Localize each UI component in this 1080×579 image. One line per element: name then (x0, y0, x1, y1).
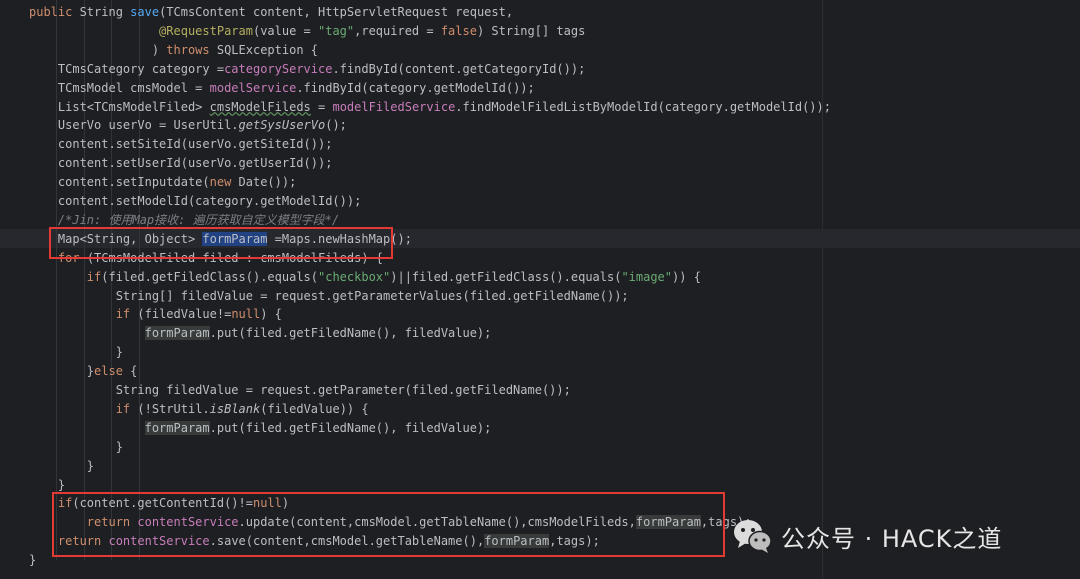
code-token: TCmsModel cmsModel = (29, 80, 210, 95)
code-token: getSysUserVo (238, 118, 326, 133)
code-token: (filedValue!= (137, 307, 232, 322)
code-token: String (79, 5, 131, 19)
code-line[interactable]: } (29, 551, 36, 570)
wechat-icon (734, 520, 772, 553)
code-token: ) String[] tags (476, 23, 586, 38)
code-token: public (29, 5, 80, 19)
code-line[interactable]: if(filed.getFiledClass().equals("checkbo… (29, 268, 701, 287)
code-token: else (94, 364, 131, 379)
code-line[interactable]: formParam.put(filed.getFiledName(), file… (29, 324, 491, 343)
code-token: .put(filed.getFiledName(), filedValue); (209, 326, 492, 341)
code-token: .put(filed.getFiledName(), filedValue); (209, 420, 492, 435)
code-line[interactable]: public String save(TCmsContent content, … (29, 3, 513, 22)
code-token: ,required = (354, 23, 441, 38)
code-token: if (115, 401, 138, 416)
code-line[interactable]: } (29, 343, 123, 362)
code-token: String filedValue = request.getParameter… (29, 383, 571, 397)
code-token: content.setModelId(category.getModelId()… (29, 194, 362, 208)
code-token: ) (29, 42, 167, 57)
code-token: = (310, 99, 333, 114)
highlight-box-formparam-declaration (49, 227, 393, 259)
code-token: (TCmsContent content, HttpServletRequest… (159, 5, 514, 19)
code-token: /*Jin: 使用Map接收: 遍历获取自定义模型字段*/ (29, 212, 340, 227)
code-token: modelService (209, 80, 297, 95)
code-token: UserVo userVo = UserUtil. (29, 118, 239, 133)
code-token: null (231, 307, 261, 322)
code-token: } (29, 364, 95, 379)
code-token: .findById(category.getModelId()); (296, 80, 535, 95)
code-token: Date()); (238, 175, 297, 190)
code-token: } (29, 439, 123, 454)
code-token: @RequestParam (159, 23, 253, 38)
code-line[interactable]: String[] filedValue = request.getParamet… (29, 287, 629, 306)
code-token: if (115, 307, 138, 322)
code-token: .findById(content.getCategoryId()); (332, 61, 586, 76)
code-token: } (29, 477, 66, 492)
code-editor[interactable]: public String save(TCmsContent content, … (0, 0, 1080, 579)
code-token: "checkbox" (318, 269, 391, 284)
code-token: content.setInputdate( (29, 175, 210, 190)
code-token: SQLException { (216, 42, 319, 57)
code-token: )||filed.getFiledClass().equals( (390, 269, 622, 284)
code-line[interactable]: if (!StrUtil.isBlank(filedValue)) { (29, 400, 369, 419)
code-token: (value = (252, 23, 318, 38)
code-token: (filed.getFiledClass().equals( (101, 269, 318, 284)
code-token: String[] filedValue = request.getParamet… (29, 288, 629, 303)
code-token: (filedValue)) { (260, 401, 369, 416)
watermark: 公众号 · HACK之道 (733, 514, 1002, 558)
code-line[interactable]: ) throws SQLException { (29, 41, 318, 60)
code-line[interactable]: formParam.put(filed.getFiledName(), file… (29, 419, 491, 438)
code-line[interactable]: }else { (29, 362, 138, 381)
code-line[interactable]: UserVo userVo = UserUtil.getSysUserVo(); (29, 116, 347, 135)
code-token: } (29, 458, 95, 473)
code-token: List<TCmsModelFiled> (29, 99, 210, 114)
code-token: } (29, 553, 37, 568)
watermark-text: 公众号 · HACK之道 (781, 524, 1003, 553)
code-token: } (29, 345, 123, 360)
code-token: "image" (621, 269, 673, 284)
code-token: content.setSiteId(userVo.getSiteId()); (29, 137, 333, 152)
code-line[interactable]: TCmsCategory category =categoryService.f… (29, 60, 585, 79)
code-token: "tag" (318, 23, 355, 38)
code-token: formParam (144, 420, 210, 435)
highlight-box-return-statements (52, 492, 725, 557)
code-token: isBlank (209, 401, 261, 416)
code-token: { (130, 364, 138, 379)
code-token: content.setUserId(userVo.getUserId()); (29, 156, 333, 171)
code-line[interactable]: } (29, 438, 123, 457)
code-token: )) { (672, 269, 701, 284)
code-line[interactable]: content.setInputdate(new Date()); (29, 173, 296, 192)
code-token: TCmsCategory category = (29, 61, 225, 76)
code-line[interactable]: List<TCmsModelFiled> cmsModelFileds = mo… (29, 98, 831, 117)
code-line[interactable]: TCmsModel cmsModel = modelService.findBy… (29, 79, 535, 98)
code-token: modelFiledService (332, 99, 456, 114)
code-token: formParam (144, 326, 210, 341)
code-line[interactable]: @RequestParam(value = "tag",required = f… (29, 22, 585, 41)
code-token: (); (325, 118, 347, 133)
code-line[interactable]: content.setSiteId(userVo.getSiteId()); (29, 135, 333, 154)
code-line[interactable]: content.setModelId(category.getModelId()… (29, 192, 361, 211)
code-line[interactable]: } (29, 457, 94, 476)
code-token: cmsModelFileds (209, 99, 311, 114)
code-line[interactable]: String filedValue = request.getParameter… (29, 381, 571, 400)
code-line[interactable]: if (filedValue!=null) { (29, 305, 282, 324)
code-token: .findModelFiledListByModelId(category.ge… (455, 99, 831, 114)
code-token: if (86, 269, 102, 284)
code-token: false (440, 23, 477, 38)
code-token: categoryService (224, 61, 333, 76)
code-token: (!StrUtil. (137, 401, 210, 416)
code-token: new (209, 175, 239, 190)
code-token: throws (166, 42, 217, 57)
code-token: save (130, 5, 160, 19)
code-token: ) { (260, 307, 282, 322)
right-margin-guide (822, 0, 823, 579)
code-line[interactable]: content.setUserId(userVo.getUserId()); (29, 154, 333, 173)
